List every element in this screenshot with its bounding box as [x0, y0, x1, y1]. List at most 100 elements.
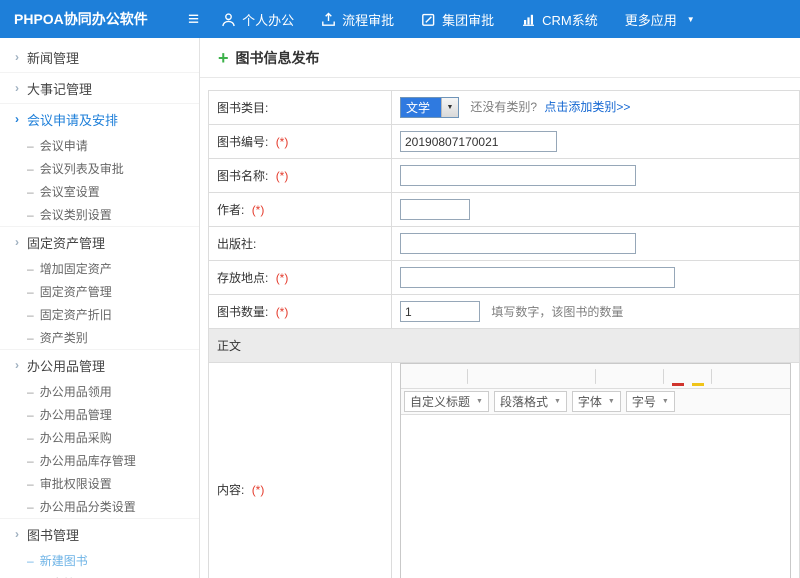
- sidebar-item-meeting-room-settings[interactable]: › – 会议室设置: [0, 180, 199, 203]
- sidebar-item-new-book[interactable]: › – 新建图书: [0, 549, 199, 572]
- ordered-list-button[interactable]: [736, 366, 755, 386]
- sidebar-item-label: 办公用品分类设置: [40, 498, 136, 515]
- align-justify-button[interactable]: [740, 392, 759, 412]
- sidebar-group-events[interactable]: › – 大事记管理: [0, 72, 199, 103]
- sidebar-group-office-supplies[interactable]: › – 办公用品管理: [0, 349, 199, 380]
- nav-crm-system[interactable]: CRM系统: [521, 10, 598, 29]
- subscript-button[interactable]: [572, 366, 591, 386]
- sidebar-item-supplies-claim[interactable]: › – 办公用品领用: [0, 380, 199, 403]
- nav-label: 集团审批: [442, 10, 494, 29]
- form-row-quantity: 图书数量: (*) 填写数字，该图书的数量: [209, 295, 800, 329]
- align-center-button[interactable]: [700, 392, 719, 412]
- sidebar-item-approval-permission-settings[interactable]: › – 审批权限设置: [0, 472, 199, 495]
- sidebar-group-fixed-assets[interactable]: › – 固定资产管理: [0, 226, 199, 257]
- highlight-color-button[interactable]: [688, 366, 707, 386]
- topbar: PHPOA协同办公软件 ≡ 个人办公 流程审批: [0, 0, 800, 38]
- publisher-input[interactable]: [400, 233, 636, 254]
- remove-format-button[interactable]: [620, 366, 639, 386]
- form-row-location: 存放地点: (*): [209, 261, 800, 295]
- nav-personal-office[interactable]: 个人办公: [221, 10, 294, 29]
- dash-bullet: –: [27, 454, 34, 468]
- sidebar-item-supplies-category-settings[interactable]: › – 办公用品分类设置: [0, 495, 199, 518]
- bold-button[interactable]: [472, 366, 491, 386]
- align-right-button[interactable]: [720, 392, 739, 412]
- sidebar-item-label: 固定资产管理: [27, 233, 105, 252]
- author-input[interactable]: [400, 199, 470, 220]
- sidebar-item-meeting-category-settings[interactable]: › – 会议类别设置: [0, 203, 199, 226]
- quantity-input[interactable]: [400, 301, 480, 322]
- redo-button[interactable]: [444, 366, 463, 386]
- font-size-select[interactable]: 字号 ▼: [626, 391, 675, 412]
- chevron-down-icon: ▼: [441, 98, 458, 117]
- chevron-right-icon: ›: [15, 50, 19, 64]
- sidebar-item-meeting-apply[interactable]: › – 会议申请: [0, 134, 199, 157]
- sidebar-item-label: 办公用品管理: [40, 406, 112, 423]
- horizontal-rule-button[interactable]: [756, 366, 775, 386]
- toolbar-select-label: 字体: [578, 393, 602, 410]
- form-row-content: 内容: (*) 自定义标题 ▼ 段落格式: [209, 363, 800, 578]
- editor-toolbar-row2: 自定义标题 ▼ 段落格式 ▼ 字体 ▼ 字号: [401, 389, 790, 415]
- nav-more-apps[interactable]: 更多应用 ▼: [625, 10, 695, 29]
- dash-bullet: –: [27, 431, 34, 445]
- form-row-name: 图书名称: (*): [209, 159, 800, 193]
- required-mark: (*): [276, 305, 289, 319]
- nav-process-approval[interactable]: 流程审批: [321, 10, 394, 29]
- nav-label: 更多应用: [625, 10, 677, 29]
- italic-button[interactable]: [492, 366, 511, 386]
- sidebar-item-supplies-purchase[interactable]: › – 办公用品采购: [0, 426, 199, 449]
- superscript-button[interactable]: [552, 366, 571, 386]
- sidebar-item-meeting-list-approval[interactable]: › – 会议列表及审批: [0, 157, 199, 180]
- sidebar-group-news[interactable]: › – 新闻管理: [0, 42, 199, 72]
- add-category-link[interactable]: 点击添加类别>>: [544, 100, 630, 114]
- sidebar-item-supplies-management[interactable]: › – 办公用品管理: [0, 403, 199, 426]
- sidebar-group-meetings[interactable]: › – 会议申请及安排: [0, 103, 199, 134]
- unordered-list-button[interactable]: [716, 366, 735, 386]
- paragraph-format-select[interactable]: 段落格式 ▼: [494, 391, 567, 412]
- user-icon: [221, 12, 236, 27]
- custom-title-select[interactable]: 自定义标题 ▼: [404, 391, 489, 412]
- required-mark: (*): [276, 169, 289, 183]
- chart-icon: [521, 12, 536, 27]
- sidebar-item-label: 会议申请: [40, 137, 88, 154]
- sidebar-item-label: 新建图书: [40, 552, 88, 569]
- sidebar-item-add-fixed-asset[interactable]: › – 增加固定资产: [0, 257, 199, 280]
- sidebar-item-fixed-asset-management[interactable]: › – 固定资产管理: [0, 280, 199, 303]
- sidebar-item-book-management[interactable]: › – 图书管理: [0, 572, 199, 578]
- underline-button[interactable]: [512, 366, 531, 386]
- field-label: 图书数量:: [217, 305, 268, 319]
- form-row-publisher: 出版社:: [209, 227, 800, 261]
- workflow-upload-icon: [321, 12, 336, 27]
- toolbar-select-label: 段落格式: [500, 393, 548, 410]
- nav-group-approval[interactable]: 集团审批: [421, 10, 494, 29]
- format-painter-button[interactable]: [600, 366, 619, 386]
- toolbar-separator: [595, 369, 596, 384]
- editor-content-area[interactable]: [401, 415, 790, 578]
- dash-bullet: –: [27, 139, 34, 153]
- html-source-button[interactable]: [404, 366, 423, 386]
- sidebar-item-supplies-inventory[interactable]: › – 办公用品库存管理: [0, 449, 199, 472]
- book-number-input[interactable]: [400, 131, 557, 152]
- sidebar-group-books[interactable]: › – 图书管理: [0, 518, 199, 549]
- sidebar-item-fixed-asset-depreciation[interactable]: › – 固定资产折旧: [0, 303, 199, 326]
- sidebar-item-label: 审批权限设置: [40, 475, 112, 492]
- strikethrough-button[interactable]: [532, 366, 551, 386]
- indent-decrease-button[interactable]: [760, 392, 779, 412]
- undo-button[interactable]: [424, 366, 443, 386]
- blockquote-button[interactable]: [640, 366, 659, 386]
- menu-toggle-icon[interactable]: ≡: [188, 10, 199, 29]
- page-title: 图书信息发布: [236, 48, 320, 68]
- nav-label: 个人办公: [242, 10, 294, 29]
- dash-bullet: –: [27, 408, 34, 422]
- field-label: 出版社:: [217, 237, 256, 251]
- font-color-button[interactable]: [668, 366, 687, 386]
- location-input[interactable]: [400, 267, 675, 288]
- book-name-input[interactable]: [400, 165, 636, 186]
- align-left-button[interactable]: [680, 392, 699, 412]
- indent-increase-button[interactable]: [780, 392, 790, 412]
- category-select[interactable]: 文学 ▼: [400, 97, 459, 118]
- dash-bullet: –: [27, 208, 34, 222]
- sidebar-item-asset-category[interactable]: › – 资产类别: [0, 326, 199, 349]
- toolbar-separator: [467, 369, 468, 384]
- rich-text-editor: 自定义标题 ▼ 段落格式 ▼ 字体 ▼ 字号: [400, 363, 791, 578]
- font-family-select[interactable]: 字体 ▼: [572, 391, 621, 412]
